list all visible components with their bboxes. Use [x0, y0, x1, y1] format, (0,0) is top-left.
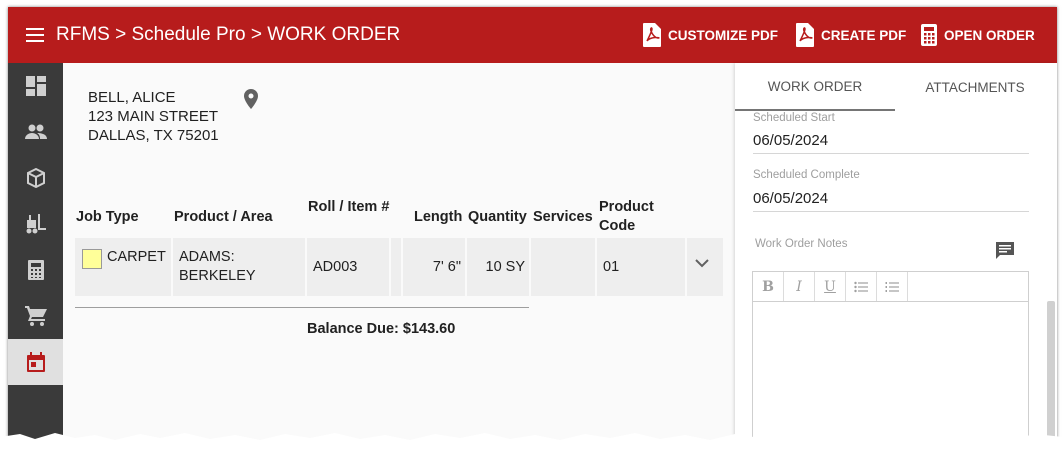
- create-pdf-button[interactable]: CREATE PDF: [795, 21, 906, 49]
- bulleted-list-button[interactable]: [846, 272, 877, 301]
- job-type-color-swatch: [82, 249, 102, 269]
- hamburger-menu-icon[interactable]: [26, 28, 44, 42]
- scheduled-complete-field[interactable]: 06/05/2024: [753, 190, 1029, 212]
- tab-work-order[interactable]: WORK ORDER: [735, 63, 895, 111]
- cell-product-code: 01: [603, 259, 620, 275]
- sidebar-item-calculator[interactable]: [8, 247, 63, 293]
- cell-quantity: 10 SY: [485, 259, 526, 275]
- chevron-down-icon[interactable]: [695, 258, 709, 268]
- cell-job-type: CARPET: [107, 249, 166, 265]
- details-panel: WORK ORDER ATTACHMENTS Scheduled Start 0…: [735, 63, 1057, 443]
- open-order-button[interactable]: OPEN ORDER: [920, 21, 1035, 49]
- dashboard-icon: [25, 76, 46, 96]
- editor-toolbar: B I U: [753, 272, 1028, 302]
- header-job-type: Job Type: [76, 209, 139, 225]
- cell-length: 7' 6": [432, 259, 461, 275]
- numbered-list-button[interactable]: [877, 272, 908, 301]
- comment-icon[interactable]: [995, 241, 1015, 261]
- sidebar-item-orders[interactable]: [8, 293, 63, 339]
- header-product-code: Product Code: [599, 199, 654, 234]
- sidebar-item-dashboard[interactable]: [8, 63, 63, 109]
- customer-city: DALLAS, TX 75201: [88, 127, 219, 144]
- cell-roll-item: AD003: [313, 259, 358, 275]
- sidebar-item-customers[interactable]: [8, 109, 63, 155]
- people-icon: [24, 124, 47, 139]
- cell-product-area: ADAMS: BERKELEY: [179, 249, 256, 284]
- header-length: Length: [414, 209, 463, 225]
- header-services: Services: [533, 209, 593, 225]
- scheduled-start-field[interactable]: 06/05/2024: [753, 132, 1029, 154]
- calendar-icon: [26, 352, 45, 372]
- work-order-notes-label: Work Order Notes: [755, 238, 848, 250]
- forklift-icon: [26, 214, 46, 234]
- pdf-file-icon: [643, 23, 661, 47]
- package-icon: [26, 168, 45, 188]
- header-product-area: Product / Area: [174, 209, 273, 225]
- balance-due: Balance Due: $143.60: [307, 321, 456, 337]
- customer-address: BELL, ALICE 123 MAIN STREET DALLAS, TX 7…: [88, 88, 219, 145]
- open-order-label: OPEN ORDER: [944, 27, 1035, 43]
- header-quantity: Quantity: [468, 209, 527, 225]
- bulleted-list-icon: [854, 281, 868, 292]
- panel-scrollbar[interactable]: [1047, 301, 1055, 443]
- customize-pdf-label: CUSTOMIZE PDF: [668, 27, 779, 43]
- calculator-icon: [27, 260, 44, 280]
- sidebar-item-schedule[interactable]: [8, 339, 63, 385]
- pdf-file-icon: [796, 23, 814, 47]
- notes-editor[interactable]: B I U: [752, 271, 1029, 443]
- customer-name: BELL, ALICE: [88, 89, 176, 106]
- sidebar-item-products[interactable]: [8, 155, 63, 201]
- tab-attachments[interactable]: ATTACHMENTS: [895, 63, 1055, 111]
- work-order-main: BELL, ALICE 123 MAIN STREET DALLAS, TX 7…: [63, 63, 735, 443]
- customize-pdf-button[interactable]: CUSTOMIZE PDF: [642, 21, 778, 49]
- page-title: RFMS > Schedule Pro > WORK ORDER: [56, 24, 401, 45]
- calculator-icon: [921, 24, 937, 46]
- table-divider: [75, 307, 529, 308]
- scheduled-complete-label: Scheduled Complete: [753, 169, 860, 181]
- italic-button[interactable]: I: [784, 272, 815, 301]
- underline-button[interactable]: U: [815, 272, 846, 301]
- location-pin-icon[interactable]: [244, 89, 258, 109]
- cart-icon: [24, 306, 47, 326]
- bold-button[interactable]: B: [753, 272, 784, 301]
- torn-edge-decoration: [0, 433, 1063, 450]
- top-app-bar: RFMS > Schedule Pro > WORK ORDER CUSTOMI…: [8, 7, 1057, 63]
- customer-street: 123 MAIN STREET: [88, 108, 219, 125]
- sidebar-item-warehouse[interactable]: [8, 201, 63, 247]
- scheduled-start-label: Scheduled Start: [753, 112, 835, 124]
- sidebar-nav: [8, 63, 63, 443]
- numbered-list-icon: [885, 281, 899, 292]
- header-roll-item: Roll / Item #: [308, 199, 390, 215]
- app-window: RFMS > Schedule Pro > WORK ORDER CUSTOMI…: [8, 7, 1057, 443]
- create-pdf-label: CREATE PDF: [821, 27, 907, 43]
